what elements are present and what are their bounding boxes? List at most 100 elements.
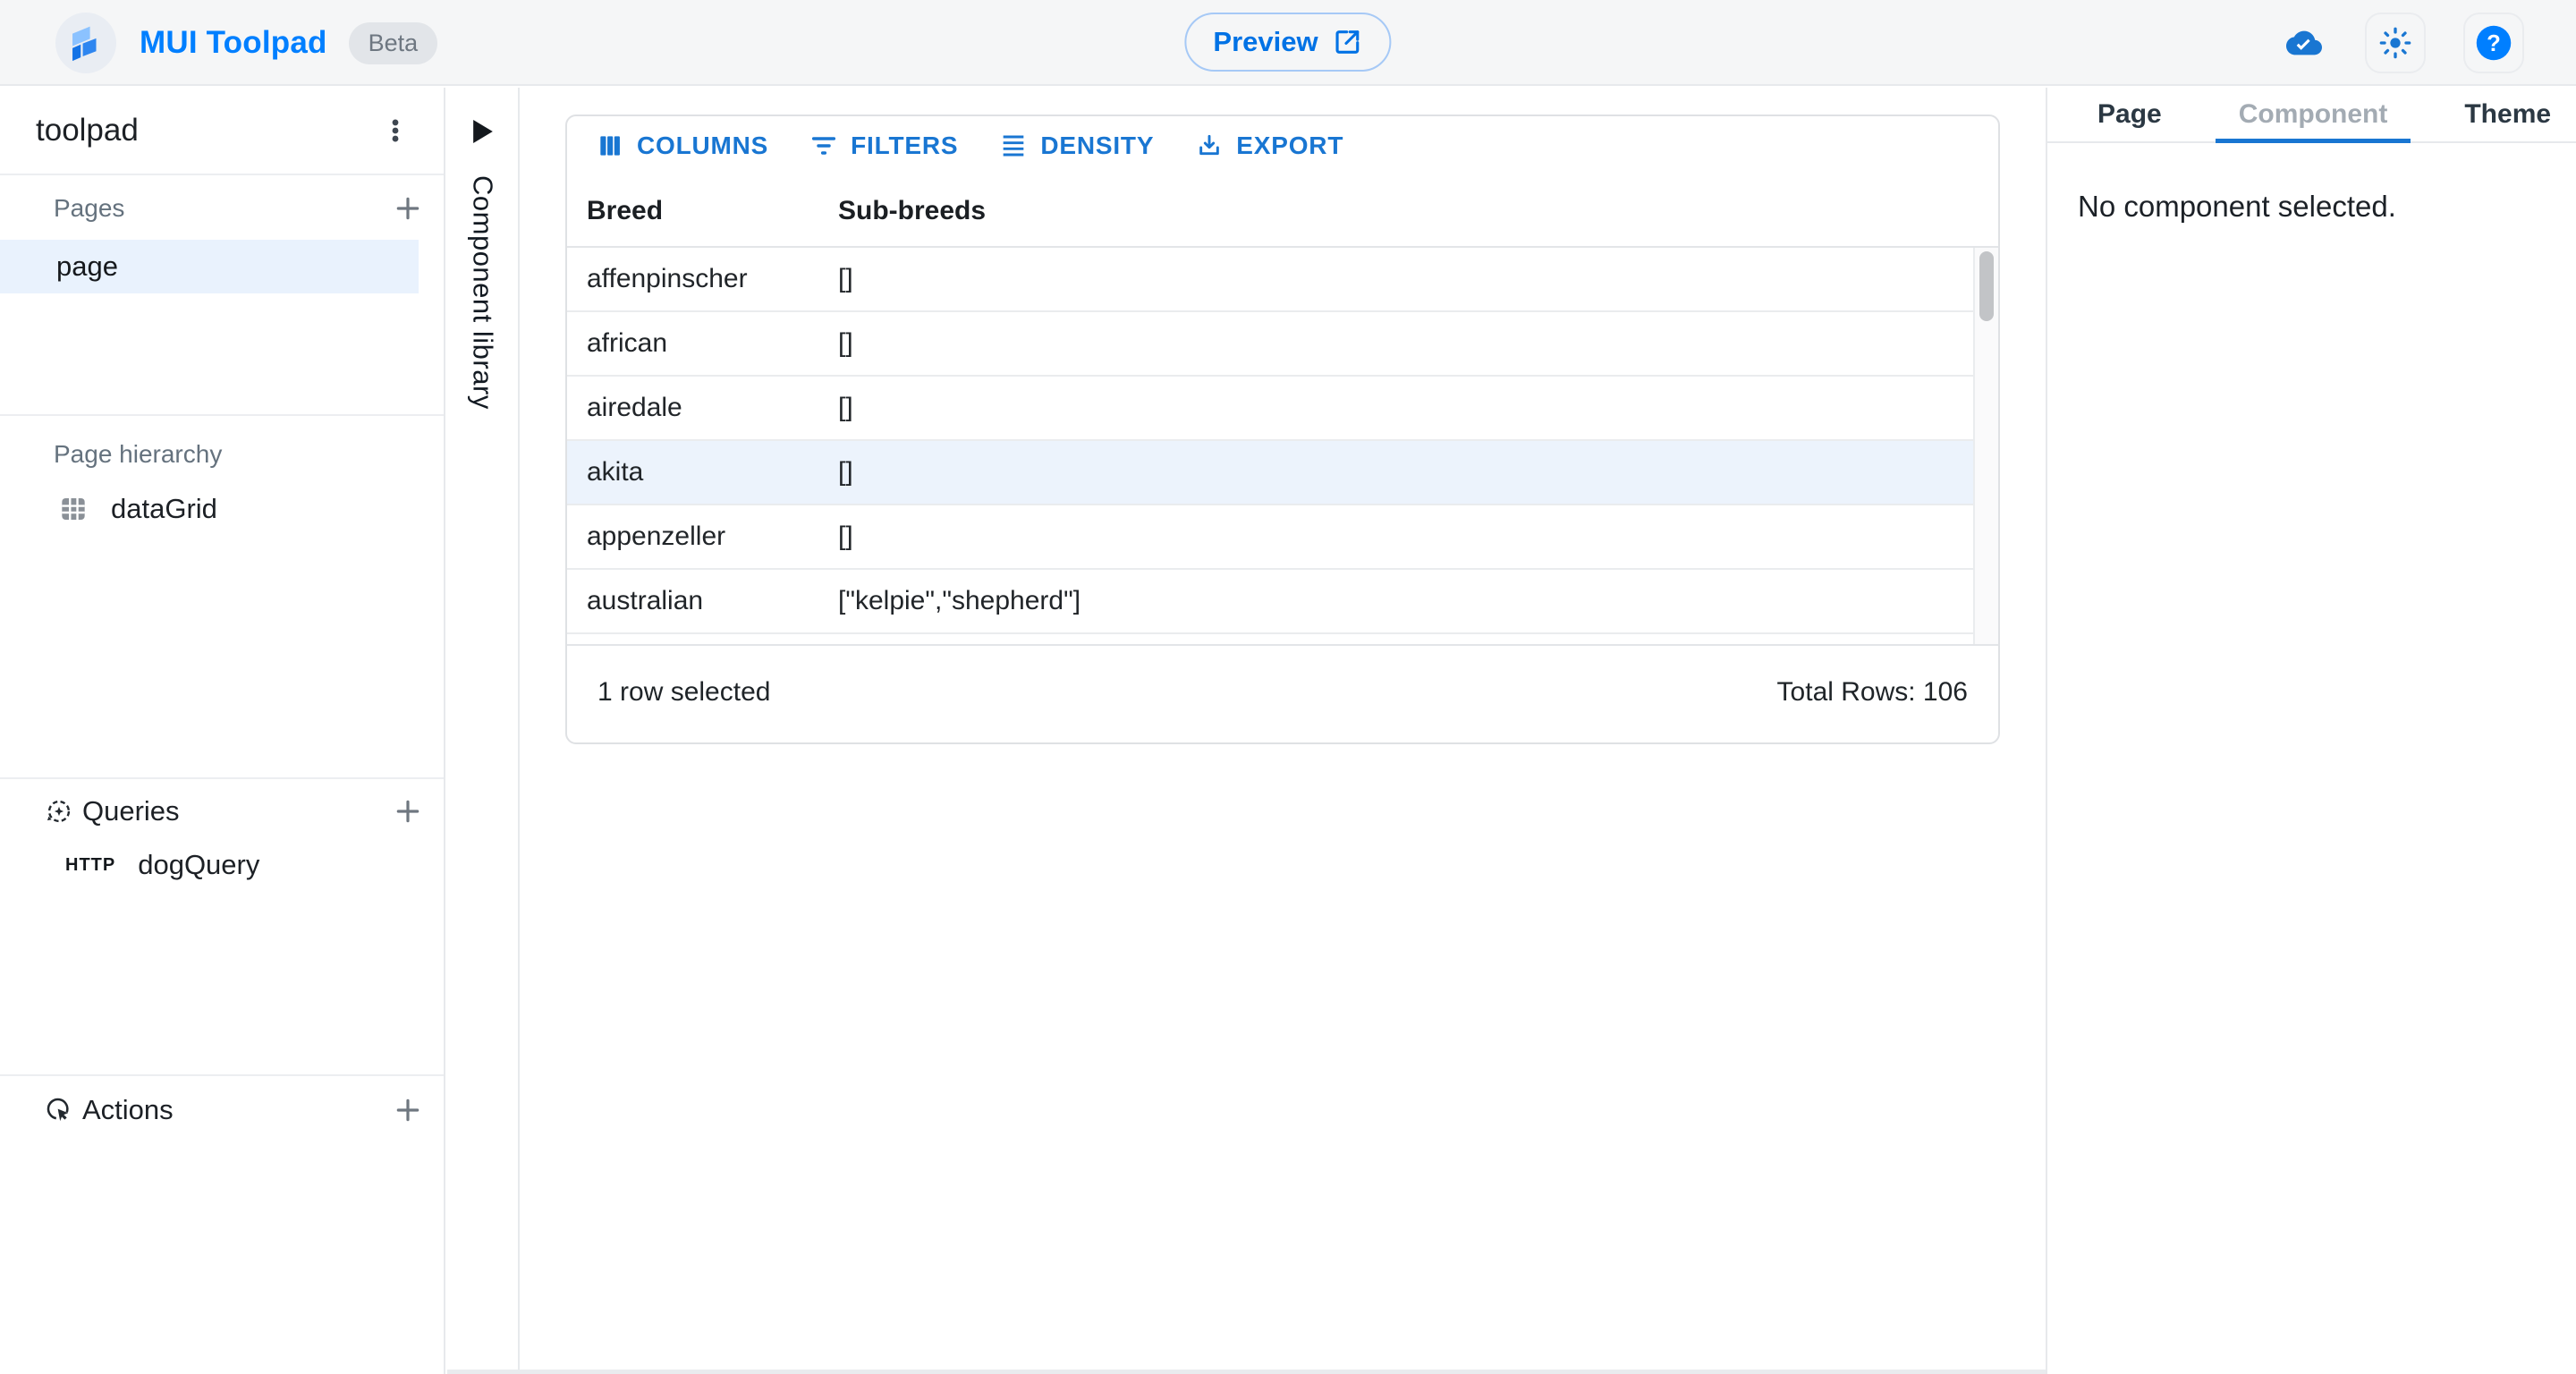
- sidebar-divider: [0, 414, 444, 416]
- hierarchy-section-label: Page hierarchy: [54, 440, 222, 469]
- datagrid-rows: affenpinscher [] african [] airedale []: [567, 248, 1973, 644]
- external-link-icon: [1333, 27, 1363, 57]
- actions-section-header: Actions: [0, 1088, 444, 1132]
- tab-page[interactable]: Page: [2074, 88, 2185, 141]
- queries-section-header: Queries: [0, 789, 444, 834]
- component-library-label: Component library: [467, 175, 499, 410]
- table-row[interactable]: african []: [567, 312, 1973, 377]
- table-row-partial: [567, 634, 1973, 644]
- filters-button-label: FILTERS: [851, 131, 958, 160]
- column-header-sub-breeds[interactable]: Sub-breeds: [838, 196, 1998, 226]
- total-rows-count: Total Rows: 106: [1777, 677, 1968, 708]
- sidebar-divider: [0, 777, 444, 779]
- datagrid-toolbar: COLUMNS FILTERS DENSITY: [567, 116, 1998, 175]
- columns-button-label: COLUMNS: [637, 131, 768, 160]
- component-library-strip[interactable]: Component library: [447, 88, 520, 1374]
- add-action-button[interactable]: [392, 1094, 424, 1126]
- app-header: MUI Toolpad Beta Preview: [0, 0, 2576, 86]
- pages-section-label: Pages: [54, 194, 124, 223]
- hierarchy-section-header: Page hierarchy: [0, 436, 444, 473]
- cell-breed: affenpinscher: [567, 264, 838, 294]
- app-title: MUI Toolpad: [140, 25, 327, 61]
- tab-theme[interactable]: Theme: [2441, 88, 2574, 141]
- plus-icon: [394, 1096, 422, 1124]
- svg-text:?: ?: [2487, 31, 2501, 56]
- cell-sub-breeds: []: [838, 457, 1973, 488]
- datagrid-rows-viewport: affenpinscher [] african [] airedale []: [567, 248, 1998, 644]
- kebab-icon: [380, 115, 411, 146]
- page-canvas: COLUMNS FILTERS DENSITY: [521, 88, 2044, 1374]
- canvas-bottom-edge: [447, 1370, 2046, 1374]
- table-row[interactable]: australian ["kelpie","shepherd"]: [567, 570, 1973, 634]
- add-query-button[interactable]: [392, 795, 424, 827]
- density-icon: [999, 131, 1028, 160]
- header-brand: MUI Toolpad Beta: [55, 0, 437, 86]
- tab-page-label: Page: [2097, 99, 2162, 130]
- cell-sub-breeds: []: [838, 264, 1973, 294]
- sidebar-divider: [0, 1074, 444, 1076]
- export-button[interactable]: EXPORT: [1181, 124, 1358, 167]
- cell-breed: akita: [567, 457, 838, 488]
- download-icon: [1195, 131, 1224, 160]
- table-row[interactable]: airedale []: [567, 377, 1973, 441]
- datagrid-item-label: dataGrid: [111, 493, 217, 525]
- scrollbar-thumb[interactable]: [1979, 251, 1994, 321]
- toolpad-app: MUI Toolpad Beta Preview: [0, 0, 2576, 1374]
- cell-sub-breeds: []: [838, 393, 1973, 423]
- page-item-label: page: [56, 250, 118, 283]
- table-row[interactable]: affenpinscher []: [567, 248, 1973, 312]
- cell-sub-breeds: []: [838, 328, 1973, 359]
- actions-click-icon: [45, 1096, 73, 1124]
- export-button-label: EXPORT: [1236, 131, 1343, 160]
- sidebar-item-page[interactable]: page: [0, 240, 419, 293]
- actions-section-label: Actions: [82, 1094, 174, 1126]
- project-menu-button[interactable]: [374, 109, 417, 152]
- project-row: toolpad: [0, 88, 444, 175]
- filters-button[interactable]: FILTERS: [795, 124, 972, 167]
- filter-list-icon: [809, 131, 838, 160]
- queries-icon: [45, 797, 73, 826]
- explorer-sidebar: toolpad Pages page Page hierarchy: [0, 88, 445, 1374]
- tab-theme-label: Theme: [2464, 99, 2551, 130]
- theme-toggle-button[interactable]: [2365, 13, 2426, 73]
- preview-button-label: Preview: [1213, 26, 1318, 58]
- cell-breed: australian: [567, 586, 838, 616]
- chevron-right-icon[interactable]: [473, 120, 493, 143]
- plus-icon: [394, 194, 422, 223]
- tab-component[interactable]: Component: [2216, 88, 2411, 141]
- selection-status: 1 row selected: [597, 677, 770, 708]
- plus-icon: [394, 797, 422, 826]
- beta-badge: Beta: [349, 22, 438, 64]
- tab-component-label: Component: [2239, 99, 2388, 130]
- mui-logo-icon: [55, 13, 116, 73]
- inspector-panel: Page Component Theme No component select…: [2046, 88, 2576, 1374]
- queries-section-label: Queries: [82, 795, 180, 827]
- cell-sub-breeds: ["kelpie","shepherd"]: [838, 586, 1973, 616]
- dogquery-item-label: dogQuery: [138, 849, 259, 881]
- vertical-scrollbar[interactable]: [1973, 248, 1998, 644]
- preview-button[interactable]: Preview: [1184, 13, 1391, 72]
- project-name: toolpad: [36, 113, 139, 148]
- sidebar-item-datagrid[interactable]: dataGrid: [0, 483, 419, 535]
- column-header-breed[interactable]: Breed: [567, 196, 838, 226]
- density-button[interactable]: DENSITY: [985, 124, 1168, 167]
- table-row[interactable]: appenzeller []: [567, 505, 1973, 570]
- sun-icon: [2377, 25, 2413, 61]
- cell-sub-breeds: []: [838, 522, 1973, 552]
- datagrid-footer: 1 row selected Total Rows: 106: [567, 644, 1998, 739]
- columns-button[interactable]: COLUMNS: [581, 124, 783, 167]
- table-row-selected[interactable]: akita []: [567, 441, 1973, 505]
- cell-breed: appenzeller: [567, 522, 838, 552]
- pages-section-header: Pages: [0, 186, 444, 231]
- help-button[interactable]: ?: [2463, 13, 2524, 73]
- add-page-button[interactable]: [392, 192, 424, 225]
- datagrid-column-headers[interactable]: Breed Sub-breeds: [567, 175, 1998, 248]
- cell-breed: airedale: [567, 393, 838, 423]
- inspector-tabs: Page Component Theme: [2047, 88, 2576, 143]
- cell-breed: african: [567, 328, 838, 359]
- data-grid-icon: [59, 495, 88, 523]
- main-area: toolpad Pages page Page hierarchy: [0, 88, 2576, 1374]
- no-component-message: No component selected.: [2078, 190, 2576, 224]
- sidebar-item-dogquery[interactable]: HTTP dogQuery: [0, 843, 419, 887]
- datagrid-component[interactable]: COLUMNS FILTERS DENSITY: [565, 114, 2000, 744]
